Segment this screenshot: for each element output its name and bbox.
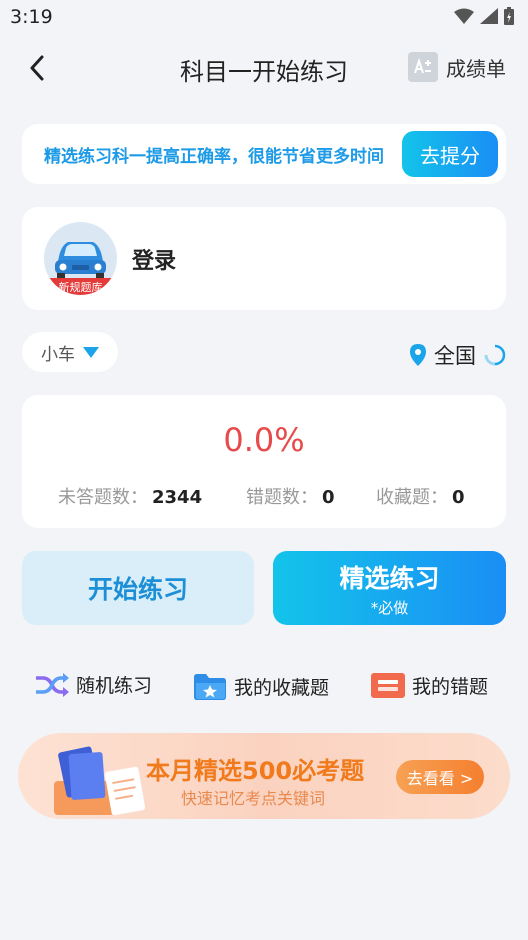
favorites-value: 0: [452, 487, 465, 508]
error-book-icon: [371, 673, 405, 698]
location-pin-icon: [410, 344, 426, 366]
favorites-stat: 收藏题： 0: [376, 483, 465, 509]
signal-icon: [480, 8, 498, 24]
status-time: 3:19: [10, 6, 53, 28]
accuracy-value: 0.0%: [223, 421, 305, 459]
wrong-label: 错题数：: [246, 487, 318, 508]
avatar-badge: 新规题库: [59, 280, 103, 294]
start-practice-button[interactable]: 开始练习: [22, 551, 254, 625]
car-icon: 新规题库: [44, 222, 117, 295]
refresh-icon: [484, 344, 506, 366]
vehicle-selector[interactable]: 小车: [22, 332, 118, 372]
promo-subtitle: 快速记忆考点关键词: [181, 789, 326, 808]
books-illustration-icon: [54, 746, 146, 816]
promo-title: 本月精选500必考题: [146, 757, 365, 785]
wrong-stat: 错题数： 0: [246, 483, 335, 509]
status-icons: [454, 7, 514, 25]
random-practice-label: 随机练习: [76, 675, 153, 697]
banner-text: 精选练习科一提高正确率，很能节省更多时间: [44, 146, 384, 167]
improve-button[interactable]: 去提分: [402, 131, 498, 177]
selected-practice-button[interactable]: 精选练习 *必做: [273, 551, 506, 625]
favorites-label: 我的收藏题: [234, 676, 330, 699]
stats-card: 0.0% 未答题数： 2344 错题数： 0 收藏题： 0: [22, 395, 506, 528]
login-card[interactable]: 新规题库 登录: [22, 207, 506, 310]
scores-button[interactable]: 成绩单: [408, 52, 506, 82]
random-practice-link[interactable]: 随机练习: [34, 671, 152, 698]
unanswered-label: 未答题数：: [58, 487, 148, 508]
unanswered-stat: 未答题数： 2344: [58, 483, 202, 509]
improve-banner: 精选练习科一提高正确率，很能节省更多时间 去提分: [22, 124, 506, 184]
report-icon: [408, 52, 438, 82]
shuffle-icon: [36, 672, 69, 697]
avatar: 新规题库: [44, 222, 117, 295]
mistakes-link[interactable]: 我的错题: [370, 671, 488, 699]
scores-label: 成绩单: [446, 56, 506, 81]
login-label[interactable]: 登录: [132, 243, 176, 275]
mistakes-label: 我的错题: [412, 675, 489, 698]
wifi-icon: [454, 8, 474, 24]
region-selector[interactable]: 全国: [410, 340, 506, 370]
selected-practice-sub: *必做: [370, 598, 409, 617]
favorites-label: 收藏题：: [376, 487, 448, 508]
promo-view-button[interactable]: 去看看 >: [396, 760, 484, 794]
region-label: 全国: [434, 344, 476, 368]
folder-star-icon: [194, 674, 226, 700]
unanswered-value: 2344: [152, 487, 203, 508]
triangle-down-icon: [83, 346, 99, 358]
favorites-link[interactable]: 我的收藏题: [192, 671, 329, 701]
wrong-value: 0: [322, 487, 335, 508]
battery-icon: [504, 7, 514, 25]
vehicle-label: 小车: [41, 344, 75, 365]
selected-practice-label: 精选练习: [339, 563, 440, 593]
monthly-promo-banner[interactable]: 本月精选500必考题 快速记忆考点关键词 去看看 >: [18, 733, 510, 819]
